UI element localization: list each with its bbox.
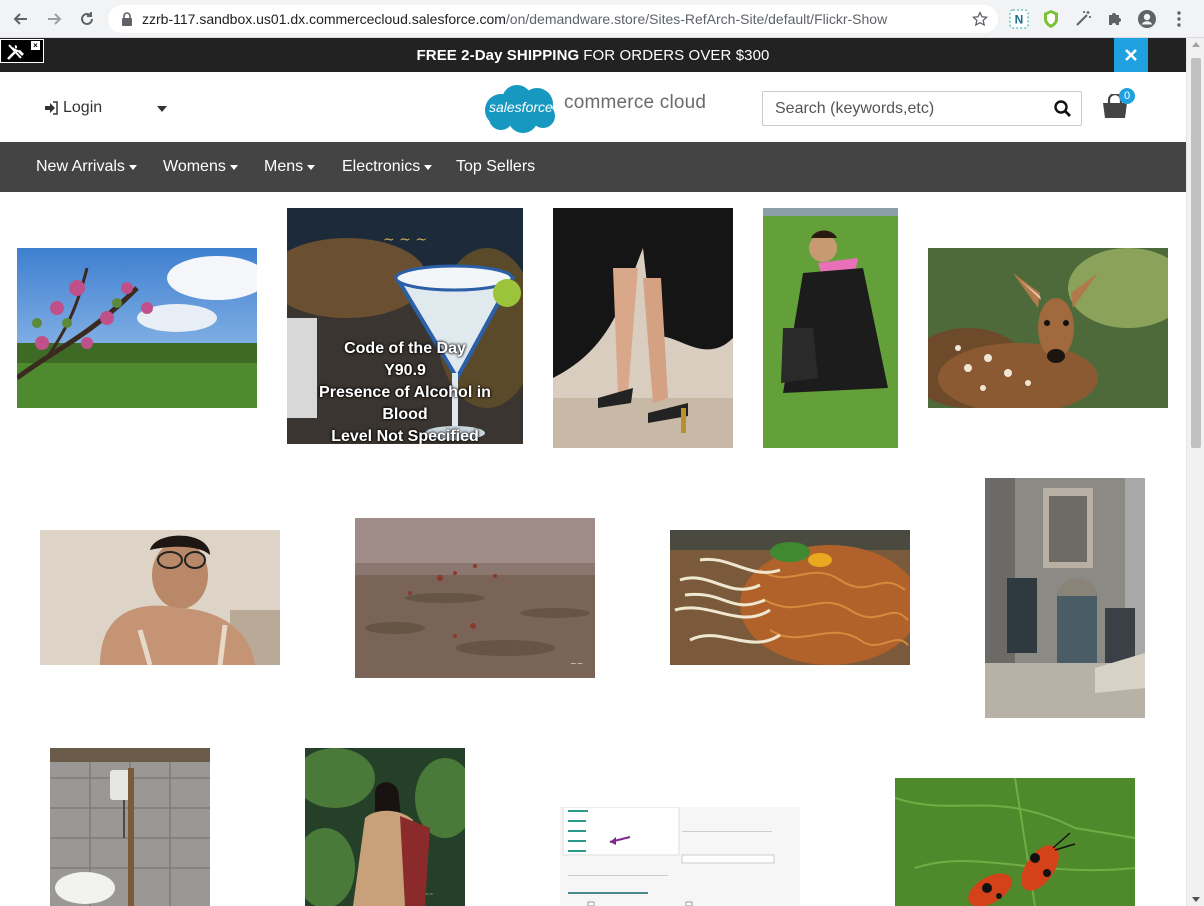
browser-toolbar: zzrb-117.sandbox.us01.dx.commercecloud.s… [0, 0, 1204, 38]
extension-n-icon[interactable]: N [1008, 8, 1030, 30]
storefront-toolkit[interactable]: × [0, 39, 44, 63]
magic-wand-icon[interactable] [1072, 8, 1094, 30]
logo-badge-text: salesforce [489, 99, 553, 115]
search-input[interactable] [763, 92, 1043, 125]
nav-item-new-arrivals[interactable]: New Arrivals [36, 142, 137, 192]
flickr-photo-fawn[interactable] [928, 248, 1168, 408]
back-icon[interactable] [10, 8, 32, 30]
address-bar[interactable]: zzrb-117.sandbox.us01.dx.commercecloud.s… [108, 5, 998, 33]
bookmark-star-icon[interactable] [970, 9, 990, 29]
site-header: Login salesforce commerce cloud Search (… [0, 72, 1186, 142]
flickr-photo-woman-saree[interactable]: ~~ [305, 748, 465, 906]
search-box [762, 91, 1082, 126]
scroll-up-icon[interactable] [1192, 42, 1200, 47]
page-scrollbar[interactable] [1186, 38, 1204, 906]
dropdown-caret-icon [307, 164, 316, 170]
minicart-button[interactable]: 0 [1101, 88, 1135, 124]
flickr-photo-screenshot[interactable] [560, 807, 800, 906]
close-icon [1125, 49, 1137, 61]
cocktail-overlay-text: Code of the Day Y90.9 Presence of Alcoho… [319, 340, 491, 444]
flickr-photo-bathroom[interactable] [50, 748, 210, 906]
nav-label: Electronics [342, 158, 421, 175]
login-label: Login [63, 99, 103, 116]
promo-text: FOR ORDERS OVER $300 [583, 46, 770, 64]
cart-count-badge: 0 [1119, 88, 1135, 104]
nav-label: Top Sellers [456, 158, 536, 175]
lock-icon [118, 10, 136, 28]
profile-avatar-icon[interactable] [1136, 8, 1158, 30]
shield-extension-icon[interactable] [1040, 8, 1062, 30]
nav-label: Mens [264, 158, 304, 175]
scroll-down-icon[interactable] [1192, 897, 1200, 902]
flickr-photo-old-building[interactable] [985, 478, 1145, 718]
main-navigation: New Arrivals Womens Mens Electronics Top… [0, 142, 1186, 192]
flickr-photo-graduate[interactable] [763, 208, 898, 448]
scroll-thumb[interactable] [1191, 58, 1201, 448]
sign-in-icon [44, 101, 58, 115]
forward-icon[interactable] [43, 8, 65, 30]
svg-text:~ ~ ~: ~ ~ ~ [383, 232, 427, 248]
toolkit-close-icon[interactable]: × [31, 41, 40, 50]
svg-text:N: N [1015, 13, 1024, 27]
promo-close-button[interactable] [1114, 38, 1148, 72]
nav-label: Womens [163, 158, 226, 175]
dropdown-caret-icon [424, 164, 433, 170]
url-text: zzrb-117.sandbox.us01.dx.commercecloud.s… [142, 11, 888, 27]
nav-item-electronics[interactable]: Electronics [342, 142, 433, 192]
flickr-photo-woman-glasses[interactable] [40, 530, 280, 665]
flickr-photo-blossom[interactable] [17, 248, 257, 408]
flickr-photo-heels[interactable] [553, 208, 733, 448]
promo-banner: FREE 2-Day SHIPPING FOR ORDERS OVER $300 [0, 38, 1186, 72]
page-viewport: FREE 2-Day SHIPPING FOR ORDERS OVER $300… [0, 38, 1186, 906]
logo-text: commerce cloud [564, 92, 707, 113]
dropdown-caret-icon [128, 164, 137, 170]
flickr-photo-balloons[interactable]: ~~ [355, 518, 595, 678]
flickr-photo-noodles[interactable] [670, 530, 910, 665]
nav-label: New Arrivals [36, 158, 125, 175]
promo-bold-text: FREE 2-Day SHIPPING [416, 46, 580, 64]
tools-icon[interactable] [5, 42, 27, 67]
flickr-photo-cocktail[interactable]: ~ ~ ~ Code of the Day Y90.9 Presence of … [287, 208, 523, 444]
locale-dropdown-caret-icon[interactable] [157, 106, 167, 112]
extensions-puzzle-icon[interactable] [1104, 8, 1126, 30]
flickr-photo-bugs[interactable] [895, 778, 1135, 906]
nav-item-top-sellers[interactable]: Top Sellers [456, 142, 535, 192]
svg-text:~~: ~~ [570, 659, 583, 668]
search-icon[interactable] [1053, 99, 1073, 119]
dropdown-caret-icon [229, 164, 238, 170]
login-link[interactable]: Login [44, 99, 102, 117]
browser-menu-icon[interactable] [1168, 8, 1190, 30]
svg-text:~~: ~~ [425, 892, 433, 898]
reload-icon[interactable] [76, 8, 98, 30]
nav-item-mens[interactable]: Mens [264, 142, 316, 192]
site-logo[interactable]: salesforce commerce cloud [479, 80, 719, 136]
nav-item-womens[interactable]: Womens [163, 142, 238, 192]
